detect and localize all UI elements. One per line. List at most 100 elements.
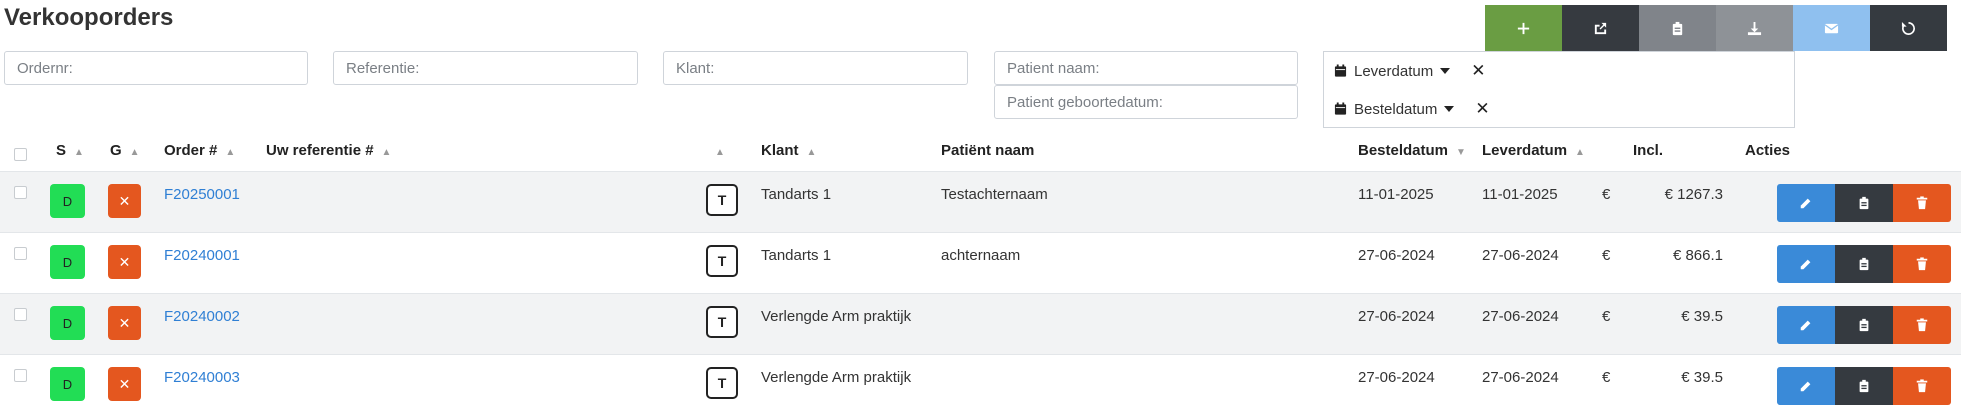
pencil-icon bbox=[1800, 381, 1811, 392]
row-checkbox[interactable] bbox=[14, 308, 27, 321]
incl-cell: € 866.1 bbox=[1672, 247, 1723, 264]
status-badge: D bbox=[50, 367, 85, 401]
sort-icon: ▲ bbox=[715, 147, 725, 158]
table-row[interactable]: D ✕ F20240001 T Tandarts 1 achternaam 27… bbox=[0, 232, 1961, 294]
row-actions bbox=[1777, 306, 1951, 344]
sort-icon: ▼ bbox=[1456, 147, 1466, 158]
sort-icon: ▲ bbox=[1575, 147, 1585, 158]
referentie-filter bbox=[333, 51, 638, 85]
ordernr-input[interactable] bbox=[5, 52, 307, 84]
sort-icon: ▲ bbox=[381, 147, 392, 158]
order-link[interactable]: F20240002 bbox=[164, 308, 240, 325]
delete-button[interactable] bbox=[1893, 367, 1951, 405]
type-badge: T bbox=[706, 245, 738, 277]
besteldatum-dropdown[interactable]: Besteldatum bbox=[1354, 101, 1437, 118]
leverdatum-dropdown[interactable]: Leverdatum bbox=[1354, 63, 1433, 80]
trash-icon bbox=[1916, 196, 1928, 210]
klant-cell: Tandarts 1 bbox=[761, 186, 832, 203]
table-header: S ▲ G ▲ Order # ▲ Uw referentie # ▲ ▲ Klant ▲… bbox=[0, 133, 1961, 171]
g-status-badge: ✕ bbox=[108, 245, 141, 279]
incl-cell: € 39.5 bbox=[1681, 369, 1723, 386]
patient-naam-input[interactable] bbox=[995, 52, 1297, 84]
leverdatum-cell: 11-01-2025 bbox=[1482, 186, 1558, 203]
clipboard-button[interactable] bbox=[1835, 367, 1893, 405]
edit-button[interactable] bbox=[1777, 184, 1835, 222]
besteldatum-cell: 27-06-2024 bbox=[1358, 247, 1435, 264]
clipboard-button[interactable] bbox=[1835, 245, 1893, 283]
refresh-button[interactable] bbox=[1870, 5, 1947, 51]
table-row[interactable]: D ✕ F20240002 T Verlengde Arm praktijk 2… bbox=[0, 293, 1961, 355]
header-order[interactable]: Order # ▲ bbox=[164, 142, 235, 159]
header-s[interactable]: S ▲ bbox=[56, 142, 84, 159]
table-row[interactable]: D ✕ F20240003 T Verlengde Arm praktijk 2… bbox=[0, 354, 1961, 416]
order-link[interactable]: F20240001 bbox=[164, 247, 240, 264]
referentie-input[interactable] bbox=[334, 52, 637, 84]
share-icon bbox=[1594, 22, 1607, 34]
table-row[interactable]: D ✕ F20250001 T Tandarts 1 Testachternaa… bbox=[0, 171, 1961, 233]
row-actions bbox=[1777, 245, 1951, 283]
patient-cell: achternaam bbox=[941, 247, 1021, 264]
trash-icon bbox=[1916, 257, 1928, 271]
clipboard-icon bbox=[1672, 21, 1683, 35]
leverdatum-filter: Leverdatum ✕ bbox=[1334, 61, 1485, 81]
caret-down-icon[interactable] bbox=[1440, 68, 1451, 74]
currency-cell: € bbox=[1602, 186, 1611, 203]
g-status-badge: ✕ bbox=[108, 184, 141, 218]
delete-button[interactable] bbox=[1893, 306, 1951, 344]
header-besteldatum[interactable]: Besteldatum ▼ bbox=[1358, 142, 1466, 159]
caret-down-icon[interactable] bbox=[1444, 106, 1455, 112]
g-status-badge: ✕ bbox=[108, 367, 141, 401]
klant-cell: Verlengde Arm praktijk bbox=[761, 308, 912, 325]
select-all-checkbox[interactable] bbox=[14, 148, 27, 161]
edit-button[interactable] bbox=[1777, 245, 1835, 283]
besteldatum-cell: 11-01-2025 bbox=[1358, 186, 1434, 203]
order-link[interactable]: F20240003 bbox=[164, 369, 240, 386]
leverdatum-cell: 27-06-2024 bbox=[1482, 369, 1559, 386]
row-actions bbox=[1777, 367, 1951, 405]
delete-button[interactable] bbox=[1893, 245, 1951, 283]
pencil-icon bbox=[1800, 198, 1811, 209]
row-checkbox[interactable] bbox=[14, 369, 27, 382]
besteldatum-cell: 27-06-2024 bbox=[1358, 369, 1435, 386]
clipboard-button[interactable] bbox=[1639, 5, 1716, 51]
header-leverdatum[interactable]: Leverdatum ▲ bbox=[1482, 142, 1585, 159]
klant-filter bbox=[663, 51, 968, 85]
delete-button[interactable] bbox=[1893, 184, 1951, 222]
pencil-icon bbox=[1800, 259, 1811, 270]
add-button[interactable] bbox=[1485, 5, 1562, 51]
edit-button[interactable] bbox=[1777, 306, 1835, 344]
calendar-icon bbox=[1334, 102, 1347, 115]
header-g[interactable]: G ▲ bbox=[110, 142, 140, 159]
klant-input[interactable] bbox=[664, 52, 967, 84]
clipboard-icon bbox=[1859, 257, 1869, 271]
klant-cell: Tandarts 1 bbox=[761, 247, 832, 264]
row-checkbox[interactable] bbox=[14, 186, 27, 199]
clipboard-button[interactable] bbox=[1835, 184, 1893, 222]
edit-button[interactable] bbox=[1777, 367, 1835, 405]
trash-icon bbox=[1916, 379, 1928, 393]
order-link[interactable]: F20250001 bbox=[164, 186, 240, 203]
download-icon bbox=[1747, 21, 1762, 35]
trash-icon bbox=[1916, 318, 1928, 332]
header-referentie[interactable]: Uw referentie # ▲ bbox=[266, 142, 391, 159]
export-button[interactable] bbox=[1562, 5, 1639, 51]
refresh-icon bbox=[1901, 21, 1915, 35]
clipboard-icon bbox=[1859, 379, 1869, 393]
mail-button[interactable] bbox=[1793, 5, 1870, 51]
patient-cell: Testachternaam bbox=[941, 186, 1048, 203]
download-button[interactable] bbox=[1716, 5, 1793, 51]
header-type[interactable]: ▲ bbox=[707, 142, 725, 159]
currency-cell: € bbox=[1602, 247, 1611, 264]
plus-icon bbox=[1517, 22, 1530, 34]
status-badge: D bbox=[50, 184, 85, 218]
page-title: Verkooporders bbox=[4, 4, 174, 31]
clear-besteldatum-icon[interactable]: ✕ bbox=[1475, 99, 1489, 119]
patient-geboortedatum-input[interactable] bbox=[995, 86, 1297, 118]
clipboard-button[interactable] bbox=[1835, 306, 1893, 344]
row-checkbox[interactable] bbox=[14, 247, 27, 260]
header-incl: Incl. bbox=[1633, 142, 1664, 159]
header-klant[interactable]: Klant ▲ bbox=[761, 142, 816, 159]
toolbar bbox=[1485, 5, 1947, 51]
patient-geboortedatum-filter bbox=[994, 85, 1298, 119]
clear-leverdatum-icon[interactable]: ✕ bbox=[1471, 61, 1485, 81]
